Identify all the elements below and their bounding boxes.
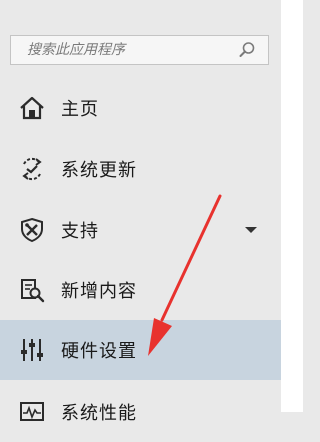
whats-new-icon <box>17 275 47 305</box>
performance-icon <box>17 397 47 427</box>
chevron-down-icon[interactable] <box>244 225 258 235</box>
support-shield-icon <box>17 215 47 245</box>
home-icon <box>17 93 47 123</box>
nav-label-hardware-settings: 硬件设置 <box>61 341 137 362</box>
nav-label-system-performance: 系统性能 <box>61 403 137 424</box>
sliders-icon <box>17 335 47 365</box>
nav-item-support[interactable]: 支持 <box>0 200 281 260</box>
nav-item-home[interactable]: 主页 <box>0 78 281 138</box>
search-icon[interactable] <box>236 39 258 61</box>
nav-item-system-performance[interactable]: 系统性能 <box>0 382 281 442</box>
nav-label-home: 主页 <box>61 99 99 120</box>
content-edge <box>281 0 303 412</box>
nav-item-hardware-settings[interactable]: 硬件设置 <box>0 320 281 380</box>
sync-icon <box>17 154 47 184</box>
search-input[interactable] <box>11 36 236 64</box>
nav-item-whats-new[interactable]: 新增内容 <box>0 260 281 320</box>
nav-label-support: 支持 <box>61 221 99 242</box>
search-box[interactable] <box>10 35 269 65</box>
nav-label-system-update: 系统更新 <box>61 160 137 181</box>
nav-label-whats-new: 新增内容 <box>61 281 137 302</box>
sidebar: 主页 系统更新 支持 <box>0 0 281 424</box>
nav-item-system-update[interactable]: 系统更新 <box>0 139 281 199</box>
